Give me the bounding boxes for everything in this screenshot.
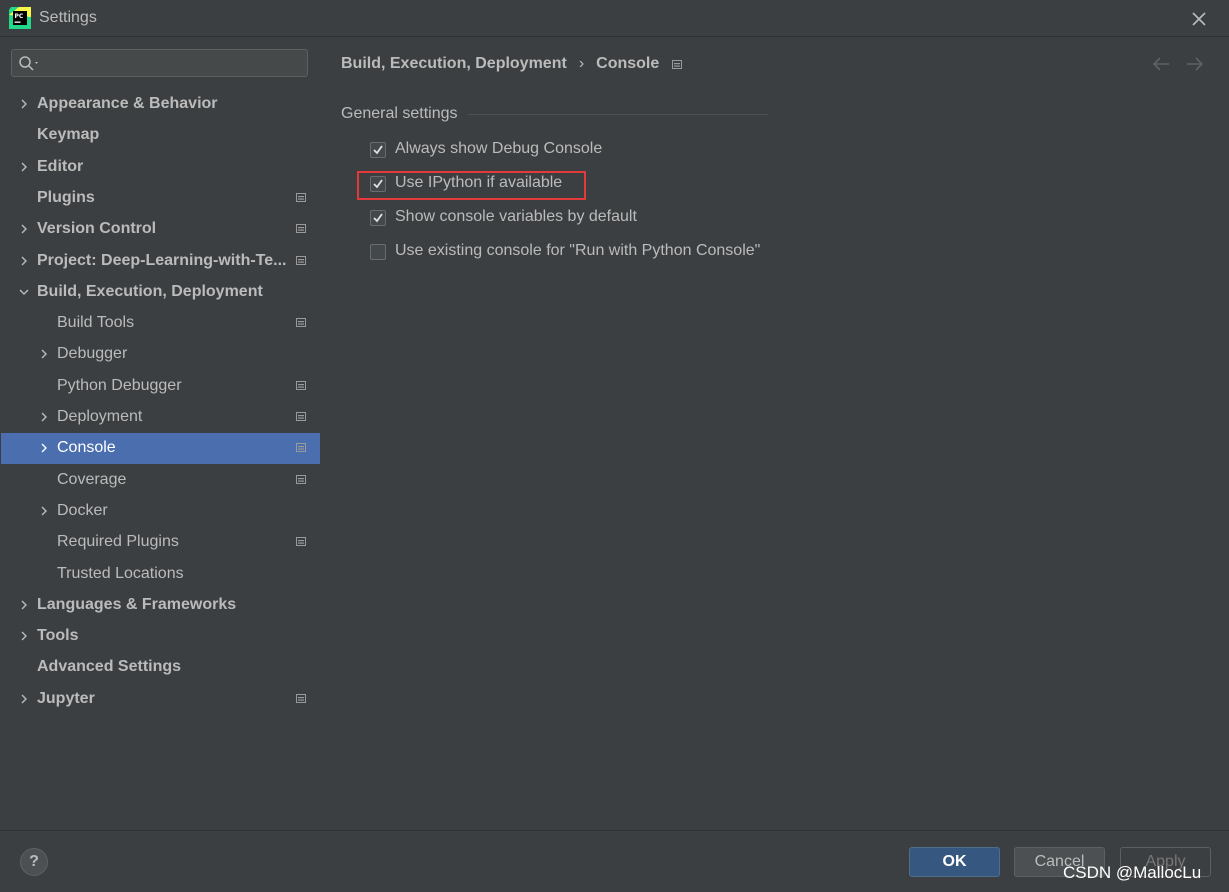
- chevron-right-icon[interactable]: [38, 347, 50, 361]
- sidebar-item-console[interactable]: Console: [1, 433, 320, 465]
- sidebar-item-label: Required Plugins: [57, 533, 179, 551]
- sidebar-item-python-debugger[interactable]: Python Debugger: [1, 371, 320, 402]
- sidebar-item-label: Console: [57, 439, 116, 457]
- chevron-right-icon[interactable]: [18, 598, 30, 612]
- breadcrumb-separator: ›: [578, 55, 585, 72]
- chevron-down-icon[interactable]: [18, 285, 30, 299]
- sidebar-item-project-deep-learning-with-te[interactable]: Project: Deep-Learning-with-Te...: [1, 246, 320, 277]
- chevron-right-icon[interactable]: [38, 504, 50, 518]
- group-divider: [468, 114, 768, 115]
- title-bar: PC Settings: [0, 0, 1229, 37]
- sidebar-item-label: Python Debugger: [57, 376, 182, 394]
- forward-arrow-icon[interactable]: [1183, 54, 1207, 74]
- sidebar-item-appearance-behavior[interactable]: Appearance & Behavior: [1, 89, 320, 120]
- sidebar-item-required-plugins[interactable]: Required Plugins: [1, 527, 320, 558]
- chevron-right-icon[interactable]: [38, 441, 50, 455]
- sidebar-item-debugger[interactable]: Debugger: [1, 339, 320, 370]
- sidebar-item-label: Deployment: [57, 408, 143, 425]
- close-icon[interactable]: [1187, 7, 1211, 31]
- svg-text:PC: PC: [15, 13, 24, 20]
- breadcrumb-parent[interactable]: Build, Execution, Deployment: [341, 55, 567, 72]
- sidebar-item-label: Build Tools: [57, 314, 135, 332]
- project-scope-icon: [296, 224, 306, 234]
- sidebar-item-build-tools[interactable]: Build Tools: [1, 308, 320, 339]
- help-button[interactable]: ?: [20, 848, 48, 876]
- option-label: Always show Debug Console: [395, 140, 603, 157]
- sidebar-item-label: Docker: [57, 501, 108, 519]
- sidebar-item-deployment[interactable]: Deployment: [1, 402, 320, 433]
- checkbox-checked[interactable]: [370, 142, 386, 158]
- chevron-right-icon[interactable]: [18, 629, 30, 643]
- sidebar-item-label: Trusted Locations: [57, 564, 184, 582]
- checkbox-checked[interactable]: [370, 210, 386, 226]
- search-input[interactable]: [44, 54, 303, 74]
- sidebar-item-label: Project: Deep-Learning-with-Te...: [37, 251, 287, 269]
- dialog-button-bar: ? OK Cancel Apply: [0, 830, 1229, 892]
- sidebar-item-version-control[interactable]: Version Control: [1, 214, 320, 245]
- project-scope-icon: [296, 443, 306, 453]
- sidebar-item-build-execution-deployment[interactable]: Build, Execution, Deployment: [1, 277, 320, 308]
- sidebar-item-label: Appearance & Behavior: [37, 95, 218, 112]
- option-label: Show console variables by default: [395, 208, 637, 225]
- chevron-right-icon[interactable]: [38, 410, 50, 424]
- sidebar-item-label: Version Control: [37, 220, 157, 238]
- breadcrumb-current: Console: [596, 55, 660, 72]
- search-icon[interactable]: [18, 55, 42, 73]
- project-scope-icon: [296, 537, 306, 547]
- settings-sidebar: Appearance & Behavior Keymap Editor Plugins…: [0, 37, 320, 830]
- checkbox-unchecked[interactable]: [370, 244, 386, 260]
- sidebar-item-label: Build, Execution, Deployment: [37, 282, 263, 300]
- pycharm-logo-icon: PC: [9, 7, 31, 29]
- sidebar-item-label: Advanced Settings: [37, 658, 182, 676]
- sidebar-item-label: Coverage: [57, 470, 127, 488]
- sidebar-item-languages-frameworks[interactable]: Languages & Frameworks: [1, 590, 320, 621]
- sidebar-item-docker[interactable]: Docker: [1, 496, 320, 527]
- sidebar-item-advanced-settings[interactable]: Advanced Settings: [1, 652, 320, 683]
- general-settings-title: General settings: [341, 105, 458, 122]
- checkmark-icon: [373, 145, 383, 155]
- project-scope-icon: [296, 474, 306, 484]
- settings-content: Build, Execution, Deployment › Console Gen…: [320, 37, 1229, 830]
- sidebar-item-coverage[interactable]: Coverage: [1, 465, 320, 496]
- sidebar-item-editor[interactable]: Editor: [1, 152, 320, 183]
- project-scope-icon: [296, 693, 306, 703]
- project-scope-icon: [672, 60, 682, 69]
- search-field[interactable]: [11, 49, 308, 77]
- sidebar-item-label: Plugins: [37, 188, 95, 206]
- breadcrumb: Build, Execution, Deployment › Console: [341, 55, 659, 73]
- sidebar-item-keymap[interactable]: Keymap: [1, 120, 320, 151]
- sidebar-item-label: Editor: [37, 157, 84, 175]
- chevron-right-icon[interactable]: [18, 160, 30, 174]
- sidebar-item-label: Tools: [37, 627, 79, 645]
- project-scope-icon: [296, 255, 306, 265]
- sidebar-item-label: Jupyter: [37, 689, 95, 707]
- project-scope-icon: [296, 192, 306, 202]
- option-label: Use existing console for "Run with Pytho…: [395, 242, 761, 259]
- sidebar-item-plugins[interactable]: Plugins: [1, 183, 320, 214]
- ok-button[interactable]: OK: [909, 847, 1000, 877]
- project-scope-icon: [296, 318, 306, 328]
- chevron-right-icon[interactable]: [18, 692, 30, 706]
- highlight-annotation: [357, 171, 586, 200]
- sidebar-item-label: Languages & Frameworks: [37, 595, 237, 613]
- project-scope-icon: [296, 380, 306, 390]
- sidebar-item-jupyter[interactable]: Jupyter: [1, 684, 320, 715]
- checkmark-icon: [373, 213, 383, 223]
- sidebar-item-trusted-locations[interactable]: Trusted Locations: [1, 559, 320, 590]
- sidebar-item-tools[interactable]: Tools: [1, 621, 320, 652]
- chevron-right-icon[interactable]: [18, 254, 30, 268]
- watermark: CSDN @MallocLu: [1063, 863, 1202, 882]
- sidebar-item-label: Keymap: [37, 126, 100, 144]
- window-title: Settings: [39, 9, 97, 26]
- back-arrow-icon[interactable]: [1149, 54, 1173, 74]
- sidebar-item-label: Debugger: [57, 345, 128, 363]
- chevron-right-icon[interactable]: [18, 97, 30, 111]
- project-scope-icon: [296, 412, 306, 421]
- chevron-right-icon[interactable]: [18, 222, 30, 236]
